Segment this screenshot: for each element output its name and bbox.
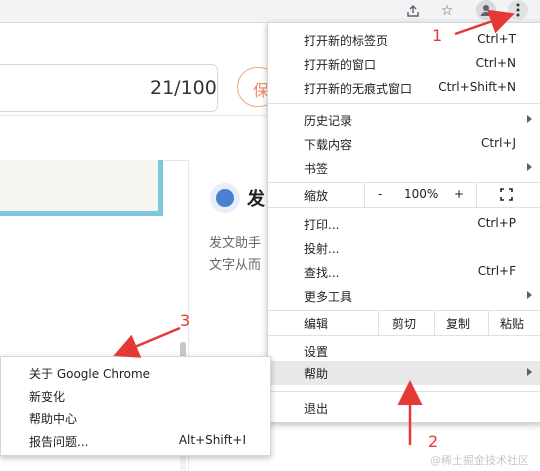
arrow-to-menu-button <box>454 9 515 36</box>
annotation-number-2: 2 <box>428 432 439 451</box>
annotation-number-3: 3 <box>180 311 191 330</box>
annotation-arrows <box>113 9 515 445</box>
arrow-to-about-item <box>113 326 181 358</box>
annotation-number-1: 1 <box>432 26 443 45</box>
